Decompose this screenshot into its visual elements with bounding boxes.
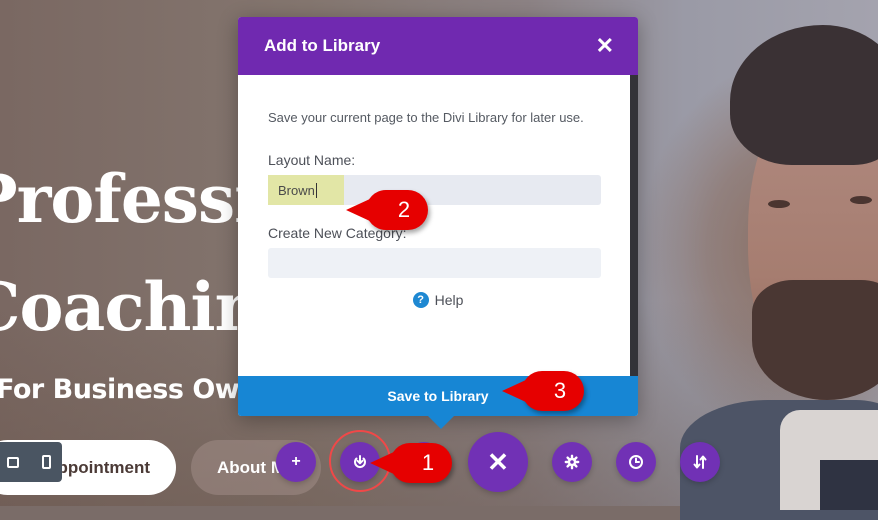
callout-number: 1 [421,450,435,475]
add-to-library-modal: Add to Library ✕ Save your current page … [238,17,638,429]
close-builder-button[interactable]: ✕ [468,432,528,492]
phone-icon[interactable] [41,455,51,469]
callout-number: 2 [397,197,411,222]
modal-body: Save your current page to the Divi Libra… [238,75,638,308]
history-button[interactable] [616,442,656,482]
clock-icon [629,455,643,469]
callout-number: 3 [553,378,567,403]
layout-name-value-highlight: Brown [268,175,344,205]
layout-name-value: Brown [278,182,315,198]
layout-name-label: Layout Name: [268,152,356,168]
portability-button[interactable] [680,442,720,482]
modal-header: Add to Library ✕ [238,17,638,75]
callout-step-3: 3 [522,371,584,411]
question-icon: ? [412,292,429,308]
add-button[interactable]: + [276,442,316,482]
save-to-library-label: Save to Library [387,388,489,404]
text-caret [315,182,317,198]
power-download-icon [354,455,366,468]
tablet-icon[interactable] [7,456,20,468]
layout-name-input[interactable]: Brown [268,175,601,205]
modal-description: Save your current page to the Divi Libra… [268,110,584,125]
help-label: Help [434,292,464,308]
modal-title: Add to Library [264,36,381,55]
gear-icon [564,454,580,470]
callout-step-2: 2 [366,190,428,230]
new-category-input[interactable] [268,248,601,278]
modal-scrollbar[interactable] [630,75,638,386]
responsive-view-bar [0,442,62,482]
plus-icon: + [291,453,301,470]
callout-step-1: 1 [390,443,452,483]
portrait-eye [768,200,790,208]
close-icon: ✕ [487,446,509,477]
portrait-eye [850,196,872,204]
sort-arrows-icon [693,455,707,469]
help-link[interactable]: ? Help [268,292,608,308]
close-icon[interactable]: ✕ [596,35,614,57]
portrait-tie [820,460,878,510]
category-label: Create New Category: [268,225,407,241]
modal-pointer-arrow [428,416,454,429]
page-settings-button[interactable] [552,442,592,482]
